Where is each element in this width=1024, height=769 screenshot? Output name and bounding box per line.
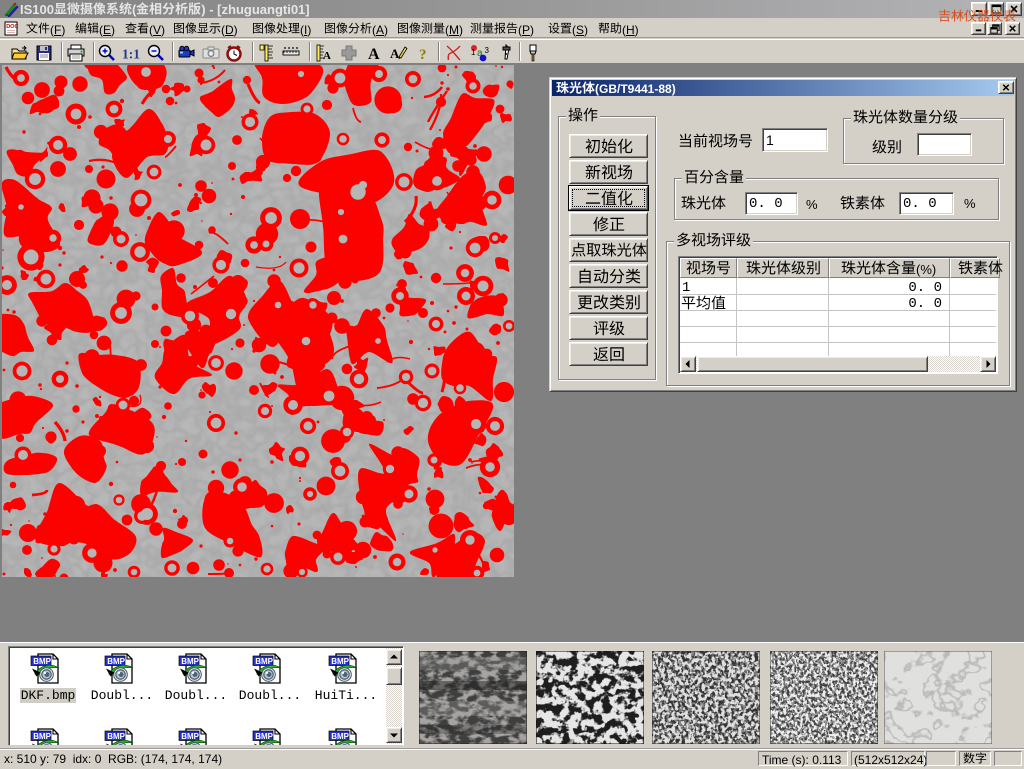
svg-text:1: 1 (471, 48, 476, 57)
svg-text:BMP: BMP (331, 657, 349, 666)
svg-text:BMP: BMP (33, 732, 51, 741)
svg-text:1:1: 1:1 (122, 47, 140, 62)
svg-text:BMP: BMP (255, 657, 273, 666)
svg-text:BMP: BMP (181, 657, 199, 666)
svg-text:BMP: BMP (33, 657, 51, 666)
svg-text:?: ? (419, 47, 427, 63)
svg-text:BMP: BMP (331, 732, 349, 741)
svg-text:BMP: BMP (181, 732, 199, 741)
svg-text:A: A (390, 46, 400, 61)
svg-text:A: A (368, 46, 380, 63)
svg-text:BMP: BMP (255, 732, 273, 741)
svg-text:A: A (323, 50, 331, 62)
svg-text:3: 3 (485, 46, 490, 55)
svg-text:BMP: BMP (107, 657, 125, 666)
svg-text:DOC: DOC (6, 24, 18, 30)
svg-text:BMP: BMP (107, 732, 125, 741)
